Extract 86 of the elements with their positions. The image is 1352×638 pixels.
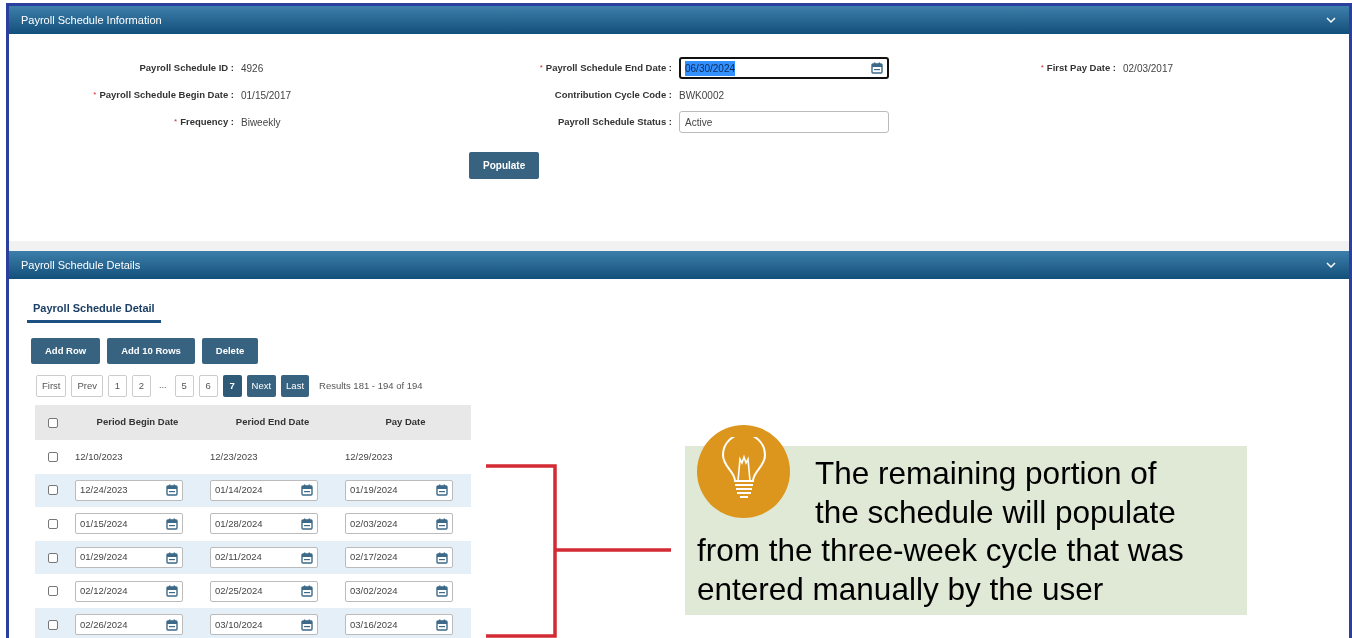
tab[interactable]: Payroll Schedule Detail (27, 297, 161, 323)
calendar-icon[interactable] (436, 618, 448, 631)
page-button[interactable]: First (36, 375, 67, 397)
field-label: Contribution Cycle Code : (554, 87, 672, 102)
calendar-icon[interactable] (436, 551, 448, 564)
calendar-icon[interactable] (166, 585, 178, 598)
table-cell: 12/23/2023 (210, 449, 258, 464)
checkbox[interactable] (47, 417, 58, 428)
required-marker: * (93, 89, 97, 101)
page-button[interactable]: 1 (108, 375, 127, 397)
date-field[interactable]: 01/15/2024 (75, 513, 183, 535)
page-button[interactable]: Prev (71, 375, 103, 397)
date-field[interactable]: 02/11/2024 (210, 547, 318, 569)
page-button[interactable]: 6 (198, 375, 218, 397)
calendar-icon[interactable] (301, 618, 313, 631)
pagination-ellipsis: ... (158, 379, 168, 393)
calendar-icon[interactable] (166, 551, 178, 564)
date-field[interactable]: 01/28/2024 (210, 513, 318, 535)
calendar-icon[interactable] (166, 484, 178, 497)
date-field[interactable]: 06/30/2024 (679, 57, 889, 79)
field-label: Frequency : (180, 114, 234, 129)
callout-text: from the three-week cycle that was entered manually by the user (697, 531, 1185, 608)
section-header[interactable]: Payroll Schedule Information (9, 6, 1349, 34)
date-field[interactable]: 01/14/2024 (210, 479, 318, 501)
populate-button[interactable]: Populate (469, 152, 540, 179)
required-marker: * (174, 116, 178, 128)
callout-text: The remaining portion of the schedule will populate (815, 454, 1177, 531)
checkbox[interactable] (47, 586, 58, 597)
calendar-icon[interactable] (436, 484, 448, 497)
calendar-icon[interactable] (166, 518, 178, 530)
checkbox[interactable] (47, 485, 58, 496)
required-marker: * (1040, 62, 1044, 74)
calendar-icon[interactable] (871, 62, 883, 74)
toolbar-button[interactable]: Delete (201, 338, 259, 364)
calendar-icon[interactable] (436, 585, 448, 598)
calendar-icon[interactable] (301, 518, 313, 530)
field-label: Payroll Schedule ID : (139, 60, 234, 75)
page-button[interactable]: Last (281, 375, 310, 397)
date-field[interactable]: 02/12/2024 (75, 580, 183, 602)
date-field[interactable]: 03/16/2024 (345, 614, 453, 636)
field-label: Payroll Schedule Begin Date : (99, 87, 234, 102)
section-title: Payroll Schedule Information (21, 12, 162, 28)
required-marker: * (539, 62, 543, 74)
field-value: 4926 (241, 61, 264, 76)
calendar-icon[interactable] (301, 484, 313, 497)
status-field[interactable]: Active (679, 111, 889, 133)
date-field[interactable]: 01/29/2024 (75, 547, 183, 569)
field-value: 02/03/2017 (1123, 61, 1174, 76)
table-cell: 12/10/2023 (75, 449, 123, 464)
column-header: Period End Date (234, 415, 311, 430)
checkbox[interactable] (47, 451, 58, 462)
calendar-icon[interactable] (436, 518, 448, 530)
date-field[interactable]: 02/03/2024 (345, 513, 453, 535)
field-label: Payroll Schedule Status : (557, 114, 672, 129)
date-field[interactable]: 12/24/2023 (75, 479, 183, 501)
calendar-icon[interactable] (301, 551, 313, 564)
results-count: Results 181 - 194 of 194 (318, 378, 423, 393)
table-cell: 12/29/2023 (345, 449, 393, 464)
column-header: Period Begin Date (95, 415, 180, 430)
field-value: Biweekly (241, 115, 281, 130)
date-field[interactable]: 01/19/2024 (345, 479, 453, 501)
page-button[interactable]: 7 (222, 375, 242, 397)
page-button[interactable]: 2 (132, 375, 151, 397)
field-value: 01/15/2017 (241, 88, 292, 103)
date-field[interactable]: 03/02/2024 (345, 580, 453, 602)
chevron-icon[interactable] (1325, 259, 1337, 271)
section-title: Payroll Schedule Details (21, 257, 141, 273)
checkbox[interactable] (47, 552, 58, 563)
date-field[interactable]: 02/17/2024 (345, 547, 453, 569)
chevron-icon[interactable] (1325, 14, 1337, 26)
field-label: First Pay Date : (1046, 60, 1116, 75)
column-header: Pay Date (384, 415, 427, 430)
calendar-icon[interactable] (166, 618, 178, 631)
page-button[interactable]: Next (246, 375, 277, 397)
toolbar-button[interactable]: Add Row (31, 338, 101, 364)
toolbar-button[interactable]: Add 10 Rows (107, 338, 195, 364)
field-value: BWK0002 (679, 88, 725, 103)
section-header[interactable]: Payroll Schedule Details (9, 251, 1349, 279)
checkbox[interactable] (47, 619, 58, 630)
page-button[interactable]: 5 (174, 375, 194, 397)
date-field[interactable]: 03/10/2024 (210, 614, 318, 636)
date-field[interactable]: 02/26/2024 (75, 614, 183, 636)
calendar-icon[interactable] (301, 585, 313, 598)
date-field[interactable]: 02/25/2024 (210, 580, 318, 602)
field-label: Payroll Schedule End Date : (545, 60, 672, 75)
checkbox[interactable] (47, 519, 58, 529)
